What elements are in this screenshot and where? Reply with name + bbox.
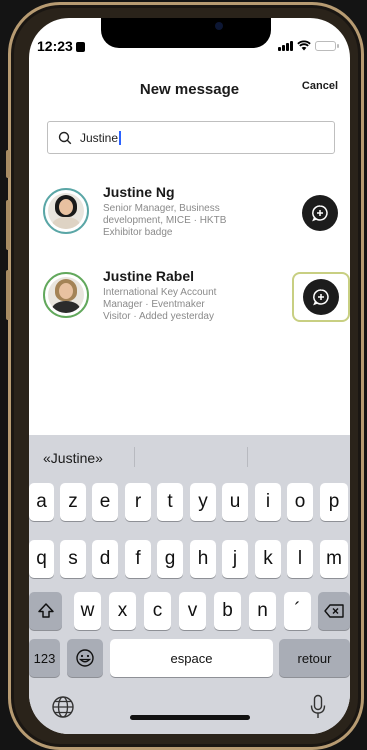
contact-detail: Exhibitor badge xyxy=(103,227,173,238)
key[interactable]: i xyxy=(255,483,281,521)
signal-icon xyxy=(278,40,293,51)
key[interactable]: g xyxy=(157,540,183,578)
key[interactable]: f xyxy=(125,540,151,578)
key[interactable]: z xyxy=(60,483,86,521)
key[interactable]: w xyxy=(74,592,101,630)
contact-row[interactable]: Justine Ng Senior Manager, Business deve… xyxy=(43,184,343,254)
key[interactable]: e xyxy=(92,483,118,521)
key[interactable]: a xyxy=(29,483,54,521)
key[interactable]: r xyxy=(125,483,151,521)
text-caret xyxy=(119,130,121,145)
globe-icon[interactable] xyxy=(51,695,75,719)
shift-icon xyxy=(37,603,54,618)
key[interactable]: q xyxy=(29,540,54,578)
message-plus-icon xyxy=(313,289,329,306)
side-button xyxy=(6,200,10,250)
key[interactable]: h xyxy=(190,540,216,578)
status-badge-icon xyxy=(75,42,85,52)
contact-detail: International Key Account xyxy=(103,287,217,298)
key[interactable]: v xyxy=(179,592,206,630)
contact-info: Justine Rabel International Key Account … xyxy=(103,268,273,323)
message-plus-icon xyxy=(312,205,328,222)
key[interactable]: y xyxy=(190,483,216,521)
contact-detail: Manager · Eventmaker xyxy=(103,299,205,310)
avatar xyxy=(43,272,89,318)
home-indicator[interactable] xyxy=(130,715,250,720)
key[interactable]: b xyxy=(214,592,241,630)
key[interactable]: p xyxy=(320,483,348,521)
key[interactable]: j xyxy=(222,540,248,578)
key[interactable]: t xyxy=(157,483,183,521)
emoji-icon xyxy=(76,649,94,667)
new-message-button[interactable] xyxy=(302,195,338,231)
key[interactable]: o xyxy=(287,483,313,521)
contact-detail: Visitor · Added yesterday xyxy=(103,311,214,322)
battery-icon xyxy=(315,40,339,51)
new-message-button[interactable] xyxy=(303,279,339,315)
key[interactable]: x xyxy=(109,592,136,630)
contact-name: Justine Rabel xyxy=(103,268,195,284)
space-key[interactable]: espace xyxy=(110,639,273,677)
key[interactable]: d xyxy=(92,540,118,578)
key[interactable]: m xyxy=(320,540,348,578)
backspace-key[interactable] xyxy=(318,592,350,630)
status-time-text: 12:23 xyxy=(37,38,73,54)
suggestion-bar: «Justine» xyxy=(29,435,350,479)
cancel-button[interactable]: Cancel xyxy=(302,80,338,92)
phone-screen: 12:23 New message Cancel Justine Justine… xyxy=(29,18,350,734)
key[interactable]: s xyxy=(60,540,86,578)
avatar xyxy=(43,188,89,234)
backspace-icon xyxy=(324,604,344,618)
return-key[interactable]: retour xyxy=(279,639,350,677)
camera-dot xyxy=(215,22,223,30)
key[interactable]: l xyxy=(287,540,313,578)
search-value: Justine xyxy=(80,130,119,145)
contact-info: Justine Ng Senior Manager, Business deve… xyxy=(103,184,273,239)
key[interactable]: ´ xyxy=(284,592,311,630)
status-time: 12:23 xyxy=(37,38,85,54)
numbers-key[interactable]: 123 xyxy=(29,639,60,677)
status-icons xyxy=(278,40,339,51)
key[interactable]: k xyxy=(255,540,281,578)
shift-key[interactable] xyxy=(29,592,62,630)
contact-name: Justine Ng xyxy=(103,184,175,200)
contact-detail: development, MICE · HKTB xyxy=(103,215,227,226)
key[interactable]: n xyxy=(249,592,276,630)
contact-detail: Senior Manager, Business xyxy=(103,203,220,214)
keyboard: «Justine» a z e r t y u i o p q s d f g … xyxy=(29,435,350,734)
side-button xyxy=(6,270,10,320)
wifi-icon xyxy=(297,40,311,51)
key[interactable]: u xyxy=(222,483,248,521)
search-input[interactable]: Justine xyxy=(47,121,335,154)
microphone-icon[interactable] xyxy=(309,694,327,720)
search-icon xyxy=(58,131,72,144)
suggestion-item[interactable]: «Justine» xyxy=(43,450,103,466)
side-button xyxy=(6,150,10,178)
notch xyxy=(101,18,271,48)
key[interactable]: c xyxy=(144,592,171,630)
emoji-key[interactable] xyxy=(67,639,103,677)
